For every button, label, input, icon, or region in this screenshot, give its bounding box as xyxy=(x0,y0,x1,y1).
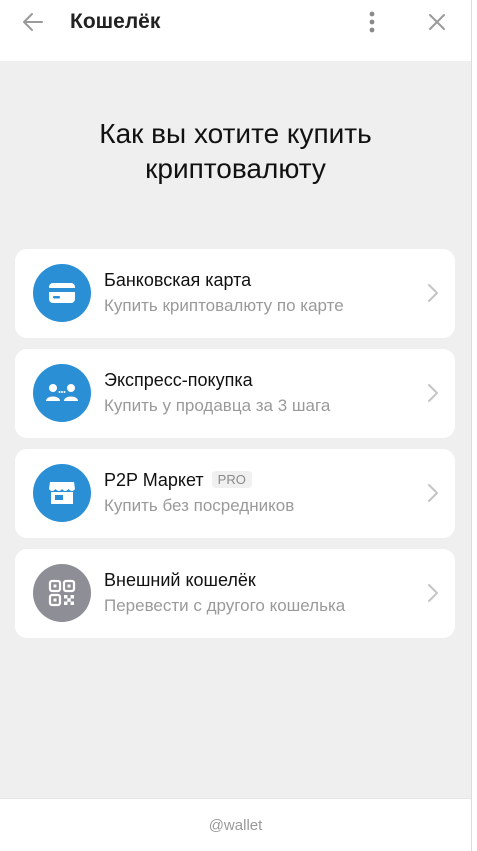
chevron-right-icon xyxy=(428,384,438,402)
option-icon-circle xyxy=(33,464,91,522)
option-subtitle: Купить без посредников xyxy=(104,496,295,515)
qr-code-icon xyxy=(48,579,76,607)
chevron-right-icon xyxy=(428,584,438,602)
option-subtitle: Купить у продавца за 3 шага xyxy=(104,396,331,415)
arrow-left-icon xyxy=(23,13,43,31)
option-icon-circle xyxy=(33,564,91,622)
storefront-icon xyxy=(49,482,75,504)
footer-bar: @wallet xyxy=(0,798,471,851)
page-heading: Как вы хотите купить криптовалюту xyxy=(0,116,471,186)
back-button[interactable] xyxy=(17,8,49,36)
option-express-purchase[interactable]: Экспресс-покупка Купить у продавца за 3 … xyxy=(15,349,455,438)
option-subtitle: Перевести с другого кошелька xyxy=(104,596,346,615)
wallet-window: Кошелёк Как вы хотите купить криптовалют… xyxy=(0,0,471,851)
credit-card-icon xyxy=(49,283,75,303)
more-vertical-icon xyxy=(369,11,375,33)
background-window-edge xyxy=(471,0,477,851)
header-bar: Кошелёк xyxy=(0,0,471,61)
heading-line-1: Как вы хотите купить xyxy=(99,118,372,149)
heading-line-2: криптовалюту xyxy=(145,153,326,184)
option-icon-circle xyxy=(33,264,91,322)
option-subtitle: Купить криптовалюту по карте xyxy=(104,296,344,315)
option-label: Банковская карта xyxy=(104,270,252,290)
option-label: Внешний кошелёк xyxy=(104,570,256,590)
option-label-text: P2P Маркет xyxy=(104,470,204,490)
chevron-right-icon xyxy=(428,484,438,502)
chevron-right-icon xyxy=(428,284,438,302)
close-icon xyxy=(429,14,445,30)
option-label: P2P Маркет PRO xyxy=(104,470,252,491)
option-label: Экспресс-покупка xyxy=(104,370,253,390)
close-button[interactable] xyxy=(423,8,451,36)
window-title: Кошелёк xyxy=(70,10,161,33)
people-exchange-icon xyxy=(46,384,78,401)
option-p2p-market[interactable]: P2P Маркет PRO Купить без посредников xyxy=(15,449,455,538)
option-external-wallet[interactable]: Внешний кошелёк Перевести с другого коше… xyxy=(15,549,455,638)
option-icon-circle xyxy=(33,364,91,422)
option-bank-card[interactable]: Банковская карта Купить криптовалюту по … xyxy=(15,249,455,338)
more-menu-button[interactable] xyxy=(358,8,386,36)
bot-username: @wallet xyxy=(208,817,263,834)
pro-badge: PRO xyxy=(211,471,252,488)
